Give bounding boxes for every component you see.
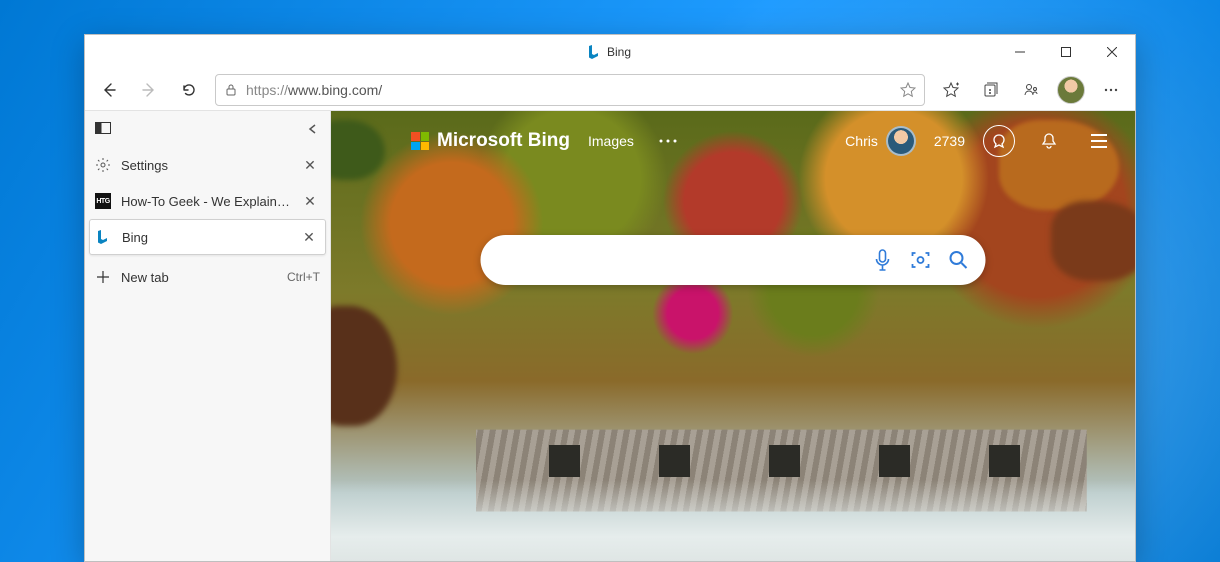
browser-body: Settings ✕ HTG How-To Geek - We Explain …: [85, 111, 1135, 561]
browser-window: Bing https://www.bing.com/: [84, 34, 1136, 562]
window-controls: [997, 35, 1135, 69]
collections-button[interactable]: [973, 74, 1009, 106]
close-tab-button[interactable]: ✕: [300, 157, 320, 174]
settings-more-button[interactable]: [1093, 74, 1129, 106]
page-content: Microsoft Bing Images Chris 2739: [331, 111, 1135, 561]
minimize-button[interactable]: [997, 35, 1043, 69]
microsoft-logo-icon: [411, 132, 429, 150]
plus-icon: [95, 269, 111, 285]
lock-icon: [224, 83, 238, 97]
favorites-button[interactable]: [933, 74, 969, 106]
rewards-icon[interactable]: [983, 125, 1015, 157]
hamburger-menu-icon[interactable]: [1083, 125, 1115, 157]
nav-images-link[interactable]: Images: [588, 133, 634, 149]
more-nav-button[interactable]: [652, 125, 684, 157]
rewards-points[interactable]: 2739: [934, 133, 965, 149]
profile-button[interactable]: [1013, 74, 1049, 106]
window-title-group: Bing: [589, 45, 631, 59]
maximize-button[interactable]: [1043, 35, 1089, 69]
close-tab-button[interactable]: ✕: [300, 193, 320, 210]
bing-wallpaper: [331, 111, 1135, 561]
tab-howtogeek[interactable]: HTG How-To Geek - We Explain Techn ✕: [85, 183, 330, 219]
bing-header: Microsoft Bing Images Chris 2739: [331, 121, 1135, 161]
account-avatar[interactable]: [1053, 74, 1089, 106]
refresh-button[interactable]: [171, 74, 207, 106]
search-submit-icon[interactable]: [946, 247, 972, 273]
new-tab-label: New tab: [121, 270, 277, 285]
bing-logo[interactable]: Microsoft Bing: [411, 130, 570, 152]
forward-button[interactable]: [131, 74, 167, 106]
url-text: https://www.bing.com/: [246, 82, 892, 98]
close-button[interactable]: [1089, 35, 1135, 69]
tab-label: Bing: [122, 230, 289, 245]
tab-bing[interactable]: Bing ✕: [89, 219, 326, 255]
bing-favicon-icon: [96, 229, 112, 245]
gear-icon: [95, 157, 111, 173]
bing-user[interactable]: Chris: [845, 126, 916, 156]
browser-toolbar: https://www.bing.com/: [85, 69, 1135, 111]
collapse-sidebar-button[interactable]: [306, 122, 320, 136]
tab-label: Settings: [121, 158, 290, 173]
notifications-icon[interactable]: [1033, 125, 1065, 157]
user-avatar-icon: [886, 126, 916, 156]
address-bar[interactable]: https://www.bing.com/: [215, 74, 925, 106]
tab-settings[interactable]: Settings ✕: [85, 147, 330, 183]
tab-label: How-To Geek - We Explain Techn: [121, 194, 290, 209]
user-name: Chris: [845, 133, 878, 149]
close-tab-button[interactable]: ✕: [299, 229, 319, 246]
htg-favicon-icon: HTG: [95, 193, 111, 209]
bing-favicon-icon: [589, 45, 601, 59]
voice-search-icon[interactable]: [870, 247, 896, 273]
tabs-panel-icon[interactable]: [95, 121, 111, 137]
vertical-tabs-sidebar: Settings ✕ HTG How-To Geek - We Explain …: [85, 111, 331, 561]
favorite-star-icon[interactable]: [900, 82, 916, 98]
new-tab-button[interactable]: New tab Ctrl+T: [85, 259, 330, 295]
bing-search-box[interactable]: [481, 235, 986, 285]
back-button[interactable]: [91, 74, 127, 106]
search-input[interactable]: [501, 251, 858, 269]
new-tab-shortcut: Ctrl+T: [287, 270, 320, 284]
window-title: Bing: [607, 45, 631, 59]
image-search-icon[interactable]: [908, 247, 934, 273]
titlebar: Bing: [85, 35, 1135, 69]
bing-brand-text: Microsoft Bing: [437, 130, 570, 152]
sidebar-header: [85, 111, 330, 147]
